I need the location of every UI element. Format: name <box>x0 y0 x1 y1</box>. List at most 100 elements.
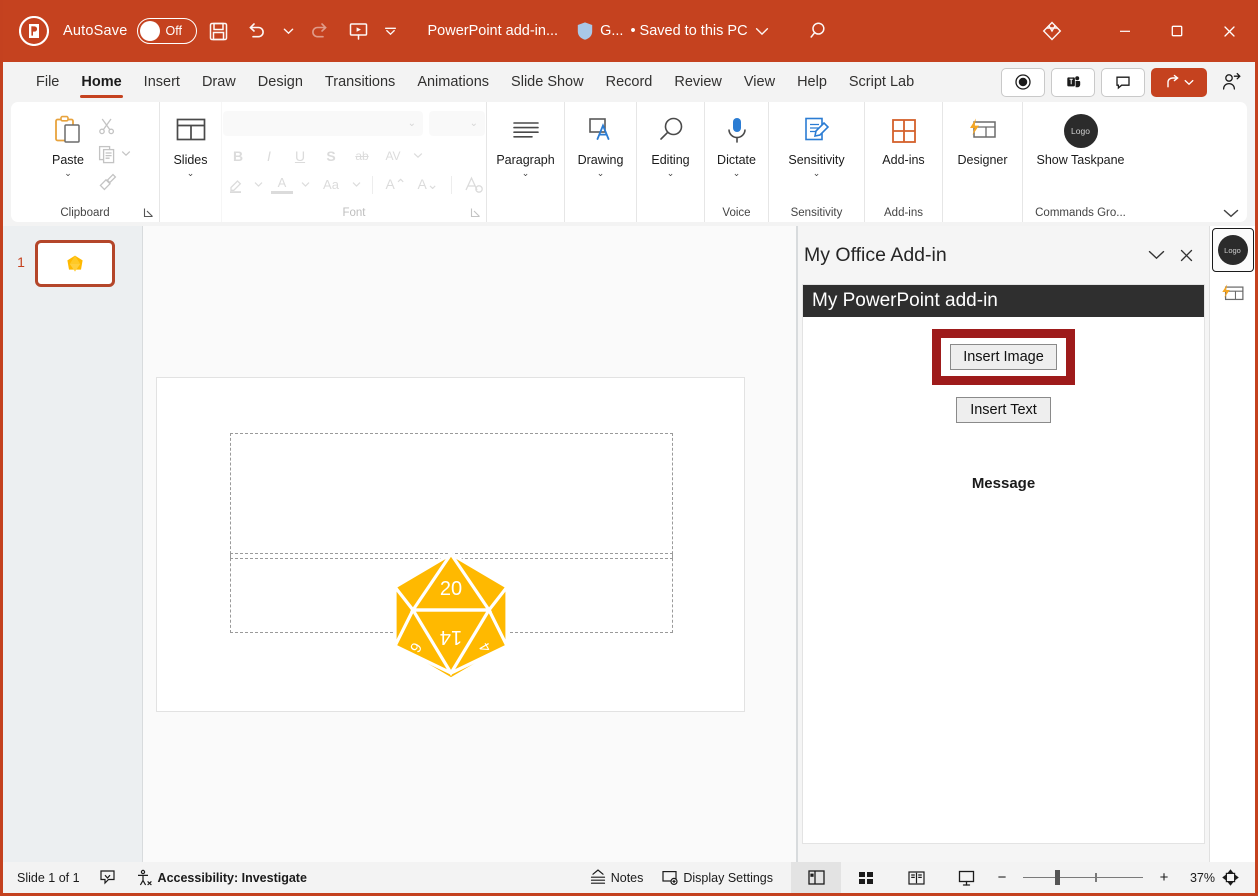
paragraph-button[interactable]: Paragraph ⌄ <box>490 111 562 179</box>
tab-view[interactable]: View <box>733 62 786 102</box>
slide-thumbnail-1[interactable] <box>35 240 115 287</box>
taskpane-close-icon[interactable] <box>1171 240 1201 270</box>
cut-button[interactable] <box>97 113 131 138</box>
drawing-button[interactable]: Drawing ⌄ <box>568 111 634 179</box>
dictate-button[interactable]: Dictate ⌄ <box>708 111 766 179</box>
tab-home[interactable]: Home <box>70 62 132 102</box>
font-color-chevron-down-icon[interactable] <box>301 181 310 188</box>
search-icon[interactable] <box>803 14 837 48</box>
format-painter-button[interactable] <box>97 169 131 194</box>
sensitivity-button[interactable]: Sensitivity ⌄ <box>772 111 862 179</box>
tab-help[interactable]: Help <box>786 62 838 102</box>
saved-chevron-down-icon[interactable] <box>755 27 769 36</box>
tab-review[interactable]: Review <box>663 62 733 102</box>
paste-button[interactable]: Paste ⌄ <box>39 111 97 179</box>
change-case-chevron-down-icon[interactable] <box>352 181 361 188</box>
customize-quick-access-toolbar-icon[interactable] <box>379 14 401 48</box>
highlight-chevron-down-icon[interactable] <box>254 181 263 188</box>
font-name-combobox[interactable]: ⌄ <box>223 111 423 136</box>
designer-button[interactable]: Designer <box>947 111 1019 167</box>
save-icon[interactable] <box>201 14 235 48</box>
tab-insert[interactable]: Insert <box>133 62 191 102</box>
clipboard-dialog-launcher-icon[interactable] <box>143 207 154 218</box>
zoom-out-button[interactable]: − <box>991 869 1013 886</box>
diamond-icon[interactable] <box>1035 14 1069 48</box>
change-case-button[interactable]: Aa <box>318 177 344 192</box>
title-placeholder[interactable] <box>230 433 673 559</box>
insert-text-button[interactable]: Insert Text <box>956 397 1051 423</box>
close-button[interactable] <box>1203 0 1255 62</box>
undo-icon[interactable] <box>239 14 273 48</box>
view-normal-button[interactable] <box>791 862 841 893</box>
tab-record[interactable]: Record <box>595 62 664 102</box>
font-size-chevron-down-icon[interactable]: ⌄ <box>470 118 478 129</box>
underline-button[interactable]: U <box>289 148 311 164</box>
decrease-font-size-button[interactable]: A⌄ <box>416 176 440 193</box>
collapse-ribbon-chevron-down-icon[interactable] <box>1223 209 1239 218</box>
slide-1[interactable]: 20 14 6 4 <box>157 378 744 711</box>
font-name-chevron-down-icon[interactable]: ⌄ <box>408 118 416 129</box>
sensitivity-chevron-down-icon[interactable]: ⌄ <box>813 168 821 179</box>
d20-dice-image[interactable]: 20 14 6 4 <box>389 551 513 682</box>
zoom-in-button[interactable]: + <box>1153 869 1175 886</box>
character-spacing-chevron-down-icon[interactable] <box>413 152 423 159</box>
zoom-percent-label[interactable]: 37% <box>1175 871 1215 885</box>
people-share-icon[interactable] <box>1213 65 1249 99</box>
bold-button[interactable]: B <box>227 148 249 164</box>
strikethrough-button[interactable]: ab <box>351 149 373 163</box>
tab-transitions[interactable]: Transitions <box>314 62 406 102</box>
character-spacing-button[interactable]: AV <box>382 149 404 163</box>
copy-button[interactable] <box>97 141 131 166</box>
tab-slide-show[interactable]: Slide Show <box>500 62 595 102</box>
tab-design[interactable]: Design <box>247 62 314 102</box>
insert-image-button[interactable]: Insert Image <box>950 344 1057 370</box>
document-title[interactable]: PowerPoint add-in... <box>427 23 558 39</box>
slides-chevron-down-icon[interactable]: ⌄ <box>187 168 195 179</box>
tab-file[interactable]: File <box>25 62 70 102</box>
saved-status[interactable]: • Saved to this PC <box>630 23 747 39</box>
view-slideshow-button[interactable] <box>941 862 991 893</box>
text-highlight-color-icon[interactable] <box>227 175 246 194</box>
paste-chevron-down-icon[interactable]: ⌄ <box>64 168 72 179</box>
increase-font-size-button[interactable]: A⌃ <box>384 176 408 193</box>
editing-button[interactable]: Editing ⌄ <box>640 111 702 179</box>
view-reading-button[interactable] <box>891 862 941 893</box>
language-icon[interactable] <box>98 869 117 886</box>
minimize-button[interactable] <box>1099 0 1151 62</box>
view-slide-sorter-button[interactable] <box>841 862 891 893</box>
slides-button[interactable]: Slides ⌄ <box>162 111 220 179</box>
undo-chevron-down-icon[interactable] <box>277 14 299 48</box>
comments-icon[interactable] <box>1101 68 1145 97</box>
italic-button[interactable]: I <box>258 148 280 164</box>
display-settings-button[interactable]: Display Settings <box>661 869 773 886</box>
clear-formatting-icon[interactable] <box>463 175 483 194</box>
share-button[interactable] <box>1151 68 1207 97</box>
teams-present-icon[interactable] <box>1051 68 1095 97</box>
paragraph-chevron-down-icon[interactable]: ⌄ <box>522 168 530 179</box>
tab-animations[interactable]: Animations <box>406 62 500 102</box>
rail-show-taskpane-logo-button[interactable]: Logo <box>1212 228 1254 272</box>
accessibility-status[interactable]: Accessibility: Investigate <box>135 869 307 887</box>
start-presentation-icon[interactable] <box>341 14 375 48</box>
rail-designer-button[interactable] <box>1212 272 1254 316</box>
dictate-chevron-down-icon[interactable]: ⌄ <box>733 168 741 179</box>
font-color-button[interactable]: A <box>271 175 293 194</box>
notes-button[interactable]: Notes <box>589 869 644 886</box>
redo-icon[interactable] <box>303 14 337 48</box>
addins-button[interactable]: Add-ins <box>869 111 939 167</box>
taskpane-chevron-down-icon[interactable] <box>1141 240 1171 270</box>
show-taskpane-button[interactable]: Logo Show Taskpane <box>1029 111 1133 167</box>
autosave-toggle[interactable]: Off <box>137 18 197 44</box>
slide-count-label[interactable]: Slide 1 of 1 <box>17 871 80 885</box>
maximize-button[interactable] <box>1151 0 1203 62</box>
zoom-slider[interactable] <box>1023 877 1143 879</box>
font-size-combobox[interactable]: ⌄ <box>429 111 485 136</box>
tab-script-lab[interactable]: Script Lab <box>838 62 925 102</box>
editing-chevron-down-icon[interactable]: ⌄ <box>667 168 675 179</box>
font-dialog-launcher-icon[interactable] <box>470 207 481 218</box>
text-shadow-button[interactable]: S <box>320 148 342 164</box>
drawing-chevron-down-icon[interactable]: ⌄ <box>597 168 605 179</box>
tab-draw[interactable]: Draw <box>191 62 247 102</box>
zoom-slider-thumb[interactable] <box>1055 870 1060 885</box>
fit-to-window-button[interactable] <box>1215 869 1245 886</box>
